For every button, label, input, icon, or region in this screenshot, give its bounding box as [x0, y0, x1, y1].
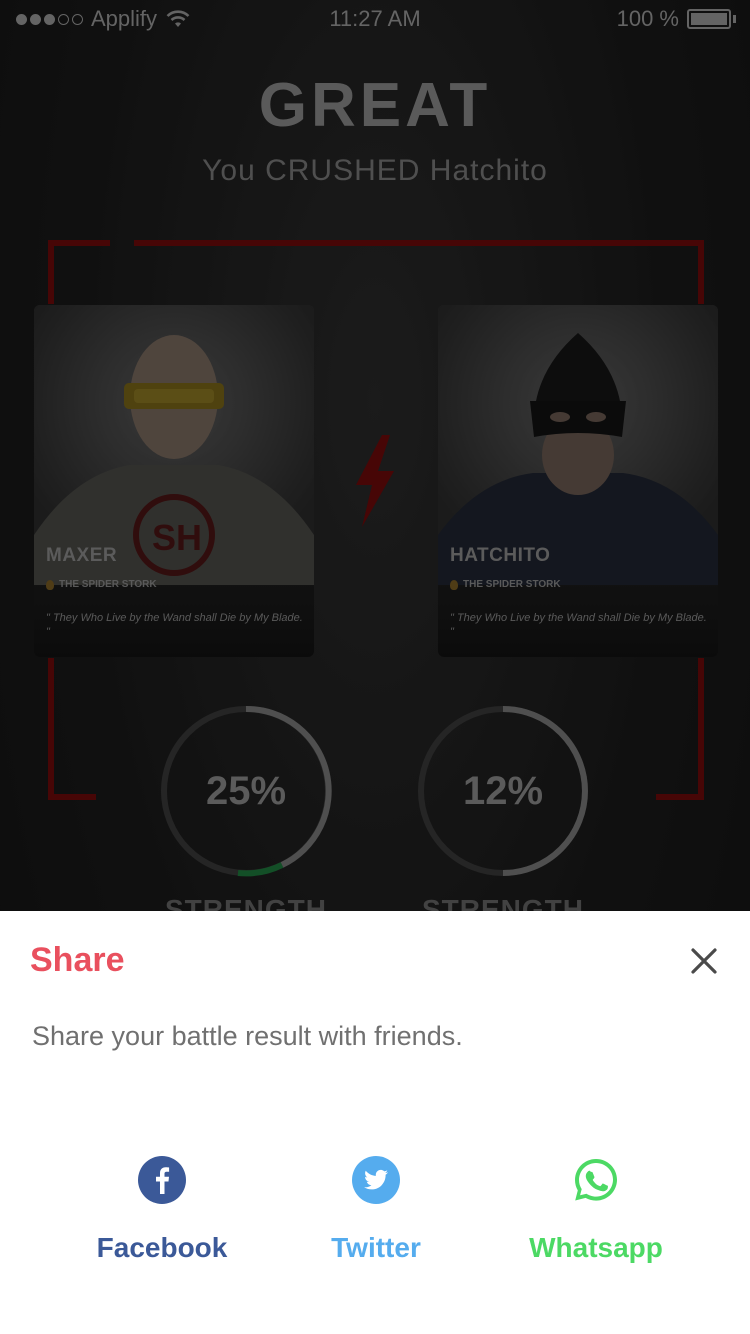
- close-button[interactable]: [684, 941, 724, 981]
- share-title: Share: [30, 941, 125, 979]
- facebook-icon: [138, 1156, 186, 1204]
- share-facebook-button[interactable]: Facebook: [62, 1156, 262, 1276]
- share-whatsapp-button[interactable]: Whatsapp: [496, 1156, 696, 1276]
- share-option-label: Facebook: [96, 1232, 228, 1263]
- share-sheet: Share Share your battle result with frie…: [0, 911, 750, 1334]
- share-option-label: Twitter: [331, 1232, 421, 1263]
- whatsapp-icon: [575, 1159, 617, 1201]
- share-description: Share your battle result with friends.: [32, 1021, 463, 1051]
- twitter-icon: [352, 1156, 400, 1204]
- close-icon: [691, 948, 717, 974]
- share-twitter-button[interactable]: Twitter: [276, 1156, 476, 1276]
- share-option-label: Whatsapp: [529, 1232, 663, 1263]
